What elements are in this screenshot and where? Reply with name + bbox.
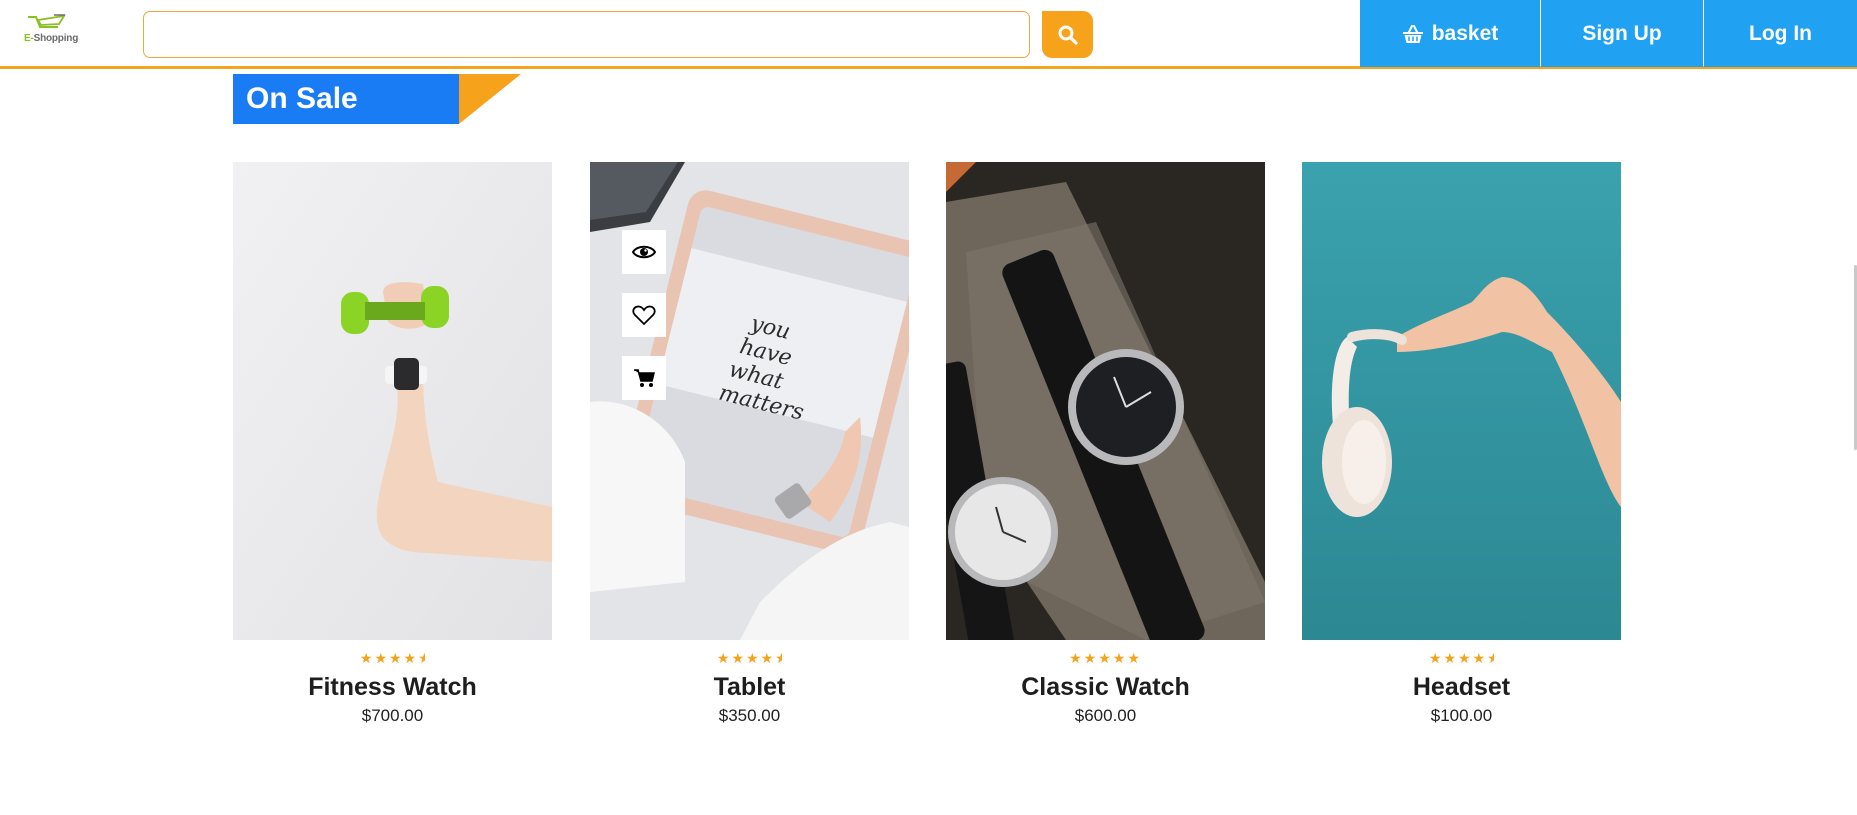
product-image-headset[interactable] — [1302, 162, 1621, 640]
product-image-classic-watch[interactable] — [946, 162, 1265, 640]
heart-icon — [632, 305, 656, 326]
logo-text-dark: Shopping — [33, 33, 79, 44]
rating-stars: ★★★★★ — [716, 650, 782, 666]
basket-button[interactable]: basket — [1360, 0, 1540, 67]
signup-button[interactable]: Sign Up — [1541, 0, 1703, 67]
section-title-flag — [459, 74, 521, 124]
cart-icon — [634, 369, 655, 387]
top-navbar: E-Shopping basket Sign Up Log In — [0, 0, 1857, 69]
logo-text: E-Shopping — [24, 33, 78, 44]
wishlist-button[interactable] — [622, 293, 666, 337]
product-card[interactable]: ★★★★★ Fitness Watch $700.00 — [233, 162, 552, 726]
product-price: $350.00 — [718, 706, 781, 725]
product-name[interactable]: Headset — [1302, 671, 1621, 703]
site-logo[interactable]: E-Shopping — [24, 14, 86, 46]
basket-icon — [1402, 24, 1423, 43]
login-label: Log In — [1749, 21, 1812, 45]
rating-stars: ★★★★★ — [359, 650, 425, 666]
search-input[interactable] — [143, 11, 1030, 58]
product-image-fitness-watch[interactable] — [233, 162, 552, 640]
basket-label: basket — [1431, 21, 1499, 45]
quick-view-button[interactable] — [622, 230, 666, 274]
product-image-tablet[interactable]: you have what matters — [590, 162, 909, 640]
card-actions — [622, 230, 666, 419]
signup-label: Sign Up — [1582, 21, 1662, 45]
login-button[interactable]: Log In — [1704, 0, 1857, 67]
search-icon — [1058, 25, 1078, 45]
search-button[interactable] — [1042, 11, 1093, 58]
product-price: $600.00 — [1074, 706, 1137, 725]
logo-text-green: E- — [24, 33, 34, 44]
product-price: $100.00 — [1430, 706, 1493, 725]
eye-icon — [632, 245, 656, 259]
product-card[interactable]: you have what matters ★★★★ Tablet $350.0… — [590, 162, 909, 726]
product-name[interactable]: Tablet — [590, 671, 909, 703]
section-title: On Sale — [233, 74, 459, 124]
product-name[interactable]: Fitness Watch — [233, 671, 552, 703]
add-to-cart-button[interactable] — [622, 356, 666, 400]
product-name[interactable]: Classic Watch — [946, 671, 1265, 703]
rating-stars: ★★★★★ — [1428, 650, 1494, 666]
product-card[interactable]: ★★★★★ Classic Watch $600.00 — [946, 162, 1265, 726]
rating-stars: ★★★★★ — [1069, 650, 1142, 666]
cart-logo-icon — [28, 14, 66, 28]
product-card[interactable]: ★★★★★ Headset $100.00 — [1302, 162, 1621, 726]
product-price: $700.00 — [361, 706, 424, 725]
